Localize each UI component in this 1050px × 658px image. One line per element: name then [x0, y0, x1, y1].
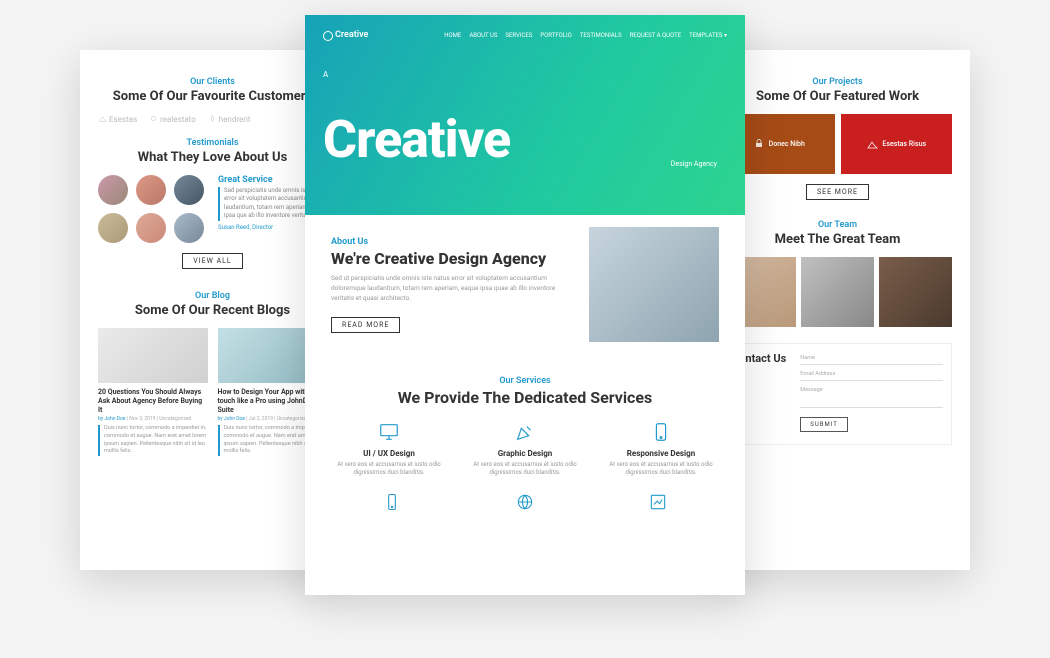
about-label: About Us — [331, 237, 571, 247]
service-item: Graphic Design At vero eos et accusamus … — [461, 419, 589, 478]
hero-prefix: A — [323, 70, 727, 79]
svc-name: Graphic Design — [461, 449, 589, 458]
contact-form: Contact Us Name Email Address Message SU… — [723, 343, 952, 445]
view-all-button[interactable]: VIEW ALL — [182, 253, 242, 269]
email-field[interactable]: Email Address — [800, 368, 943, 381]
preview-center: Creative HOME ABOUT US SERVICES PORTFOLI… — [305, 15, 745, 595]
service-item: Responsive Design At vero eos et accusam… — [597, 419, 725, 478]
about-section: About Us We're Creative Design Agency Se… — [305, 215, 745, 354]
blog-thumb — [98, 328, 208, 383]
blog-meta: by John Doe | Nov 3, 2019 | Uncategorize… — [98, 416, 208, 422]
services-label: Our Services — [325, 376, 725, 386]
chart-icon — [648, 492, 668, 512]
device-icon — [597, 419, 725, 445]
submit-button[interactable]: SUBMIT — [800, 417, 848, 432]
team-photos — [723, 257, 952, 327]
svc-desc: At vero eos et accusamus et iusto odio d… — [461, 461, 589, 478]
blog-excerpt: Duis nunc tortor, commodo a imperdiet in… — [98, 425, 208, 456]
projects-title: Some Of Our Featured Work — [723, 89, 952, 104]
message-field[interactable]: Message — [800, 384, 943, 408]
testimonial-avatars — [98, 175, 204, 243]
blog-label: Our Blog — [98, 291, 327, 301]
nav-services[interactable]: SERVICES — [505, 32, 532, 39]
mobile-icon — [382, 492, 402, 512]
client-logos: Esestas realestato hendrerit — [98, 114, 327, 124]
about-body: Sed ut perspiciatis unde omnis iste natu… — [331, 274, 571, 303]
nav-links: HOME ABOUT US SERVICES PORTFOLIO TESTIMO… — [444, 32, 727, 39]
avatar[interactable] — [98, 175, 128, 205]
clients-label: Our Clients — [98, 77, 327, 87]
site-logo[interactable]: Creative — [323, 30, 368, 40]
svc-name: Responsive Design — [597, 449, 725, 458]
services-section: Our Services We Provide The Dedicated Se… — [305, 354, 745, 512]
avatar[interactable] — [98, 213, 128, 243]
client-item: realestato — [149, 114, 196, 124]
top-nav: Creative HOME ABOUT US SERVICES PORTFOLI… — [323, 30, 727, 40]
avatar[interactable] — [136, 213, 166, 243]
avatar[interactable] — [174, 175, 204, 205]
service-item: UI / UX Design At vero eos et accusamus … — [325, 419, 453, 478]
avatar[interactable] — [136, 175, 166, 205]
client-item: Esestas — [98, 114, 137, 124]
service-row-2 — [325, 492, 725, 512]
nav-templates[interactable]: TEMPLATES ▾ — [689, 32, 727, 39]
nav-about[interactable]: ABOUT US — [469, 32, 497, 39]
monitor-icon — [325, 419, 453, 445]
read-more-button[interactable]: READ MORE — [331, 317, 400, 333]
about-title: We're Creative Design Agency — [331, 249, 571, 268]
blog-card[interactable]: 20 Questions You Should Always Ask About… — [98, 328, 208, 456]
hero: Creative HOME ABOUT US SERVICES PORTFOLI… — [305, 15, 745, 215]
team-member[interactable] — [801, 257, 874, 327]
testimonials-label: Testimonials — [98, 138, 327, 148]
blog-title: Some Of Our Recent Blogs — [98, 303, 327, 318]
hero-title: Creative — [323, 117, 727, 164]
team-title: Meet The Great Team — [723, 232, 952, 247]
globe-icon — [515, 492, 535, 512]
nav-portfolio[interactable]: PORTFOLIO — [540, 32, 571, 39]
testimonials-title: What They Love About Us — [98, 150, 327, 165]
nav-home[interactable]: HOME — [444, 32, 461, 39]
blog-post-title: 20 Questions You Should Always Ask About… — [98, 388, 208, 414]
see-more-button[interactable]: SEE MORE — [806, 184, 869, 200]
svc-desc: At vero eos et accusamus et iusto odio d… — [597, 461, 725, 478]
name-field[interactable]: Name — [800, 352, 943, 365]
nav-quote[interactable]: REQUEST A QUOTE — [630, 32, 682, 39]
project-tile[interactable]: Esestas Risus — [841, 114, 953, 174]
client-item: hendrerit — [208, 114, 251, 124]
services-title: We Provide The Dedicated Services — [325, 388, 725, 407]
nav-testimonials[interactable]: TESTIMONIALS — [580, 32, 622, 39]
svc-name: UI / UX Design — [325, 449, 453, 458]
clients-title: Some Of Our Favourite Customers — [98, 89, 327, 104]
svc-desc: At vero eos et accusamus et iusto odio d… — [325, 461, 453, 478]
avatar[interactable] — [174, 213, 204, 243]
pen-icon — [461, 419, 589, 445]
team-member[interactable] — [879, 257, 952, 327]
projects-label: Our Projects — [723, 77, 952, 87]
team-label: Our Team — [723, 220, 952, 230]
about-image — [589, 227, 719, 342]
